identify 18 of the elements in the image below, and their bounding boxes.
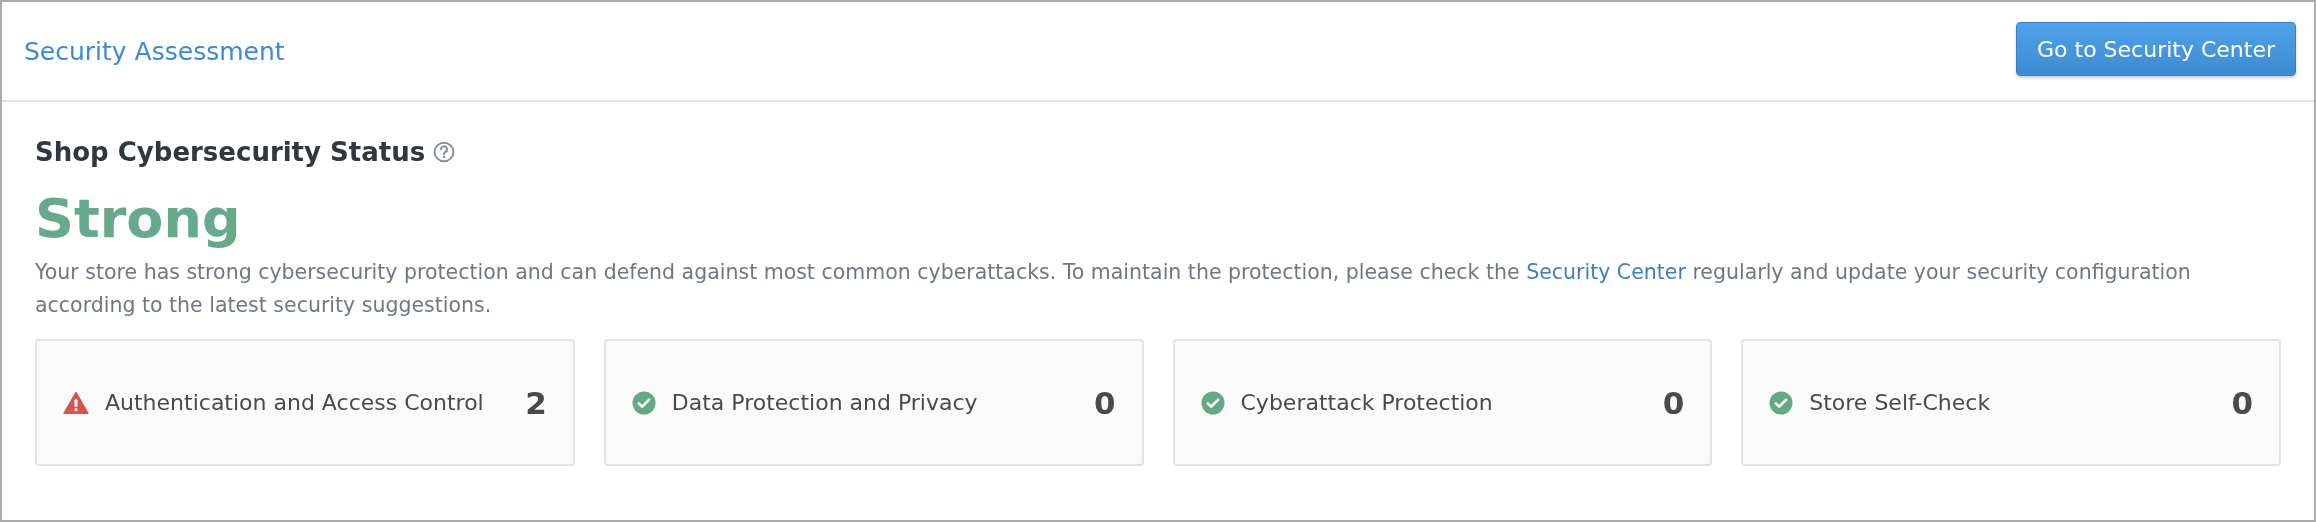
category-card[interactable]: Data Protection and Privacy 0 [603,339,1144,466]
issue-count: 2 [525,384,547,421]
help-icon[interactable] [433,141,456,163]
issue-count: 0 [1093,384,1116,421]
security-center-link[interactable]: Security Center [1526,260,1686,284]
category-card[interactable]: Cyberattack Protection 0 [1172,339,1713,466]
issue-count: 0 [1662,384,1685,421]
issue-count: 0 [2231,384,2253,421]
category-card[interactable]: Store Self-Check 0 [1741,339,2281,466]
category-label: Cyberattack Protection [1240,390,1493,415]
status-description: Your store has strong cybersecurity protection and can defend against most common cyberattacks. To maintain the protection, please check the Security Center regularly and update your security configuration according to the latest security suggestions. [35,259,2192,319]
category-label: Data Protection and Privacy [671,390,978,415]
status-level: Strong [35,186,242,252]
category-label: Store Self-Check [1809,390,1991,415]
category-label: Authentication and Access Control [105,390,484,415]
section-title: Security Assessment [24,36,285,66]
category-card[interactable]: Authentication and Access Control 2 [35,339,575,466]
status-heading: Shop Cybersecurity Status [35,137,426,167]
